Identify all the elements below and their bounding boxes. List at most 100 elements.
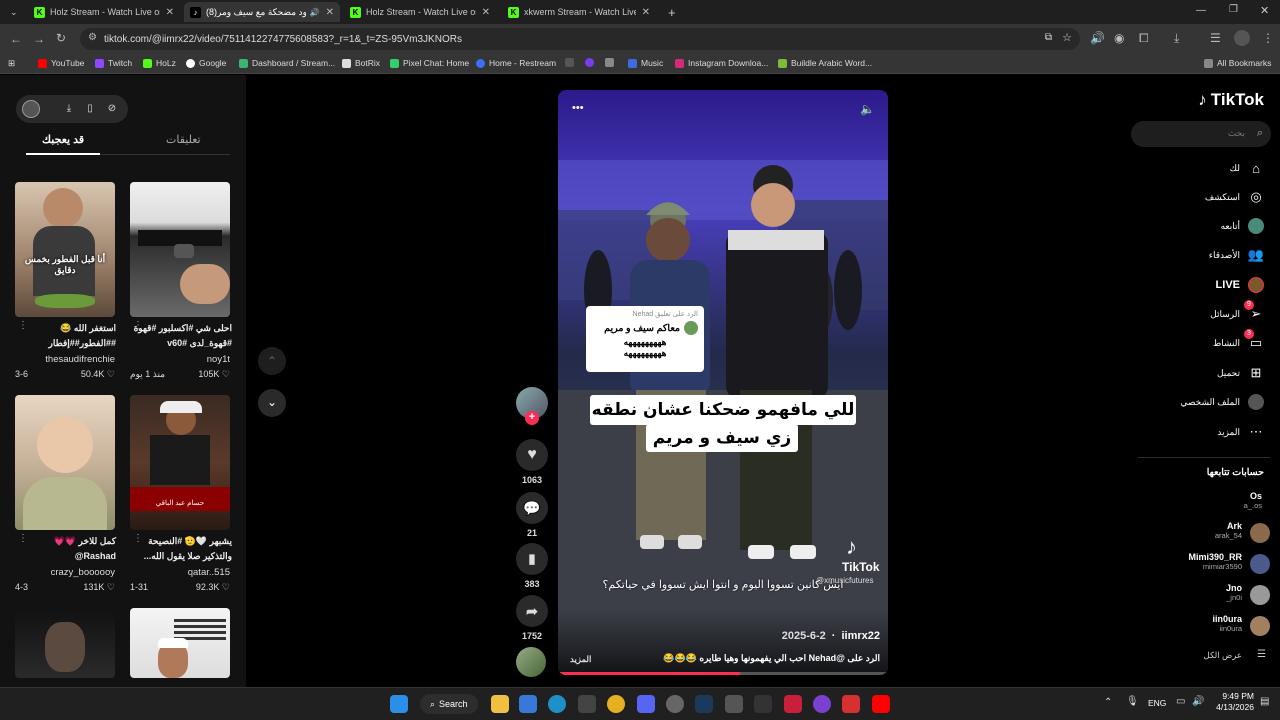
download-icon[interactable]: ⤓ — [61, 101, 77, 117]
reload-icon[interactable]: ↻ — [56, 31, 66, 45]
tab-you-may-like[interactable]: قد يعجبك — [42, 133, 84, 146]
volume-icon[interactable]: 🔊 — [1192, 696, 1204, 707]
microphone-icon[interactable]: 🎙 — [1126, 696, 1139, 707]
tab-holz-1[interactable]: K Holz Stream - Watch Live on Ki ✕ — [28, 2, 180, 22]
bookmark-google[interactable]: Google — [186, 58, 226, 68]
bookmark-misc-1[interactable] — [565, 58, 578, 67]
nav-activity[interactable]: ▭ 3 النشاط — [1213, 329, 1264, 351]
avatar[interactable] — [1250, 554, 1270, 574]
avatar[interactable] — [1250, 523, 1270, 543]
save-button[interactable]: ▮ 383 — [515, 543, 549, 589]
windows-start-icon[interactable] — [390, 695, 408, 713]
video-thumbnail[interactable] — [15, 608, 115, 678]
more-options-icon[interactable]: ⋮ — [18, 320, 28, 331]
search-input[interactable]: ⌕ بحث — [1131, 121, 1271, 147]
share-button[interactable]: ➦ 1752 — [515, 595, 549, 641]
nav-profile[interactable]: الملف الشخصي — [1180, 394, 1264, 410]
nav-following[interactable]: أتابعه — [1221, 218, 1264, 234]
site-info-icon[interactable]: ⚙ — [88, 32, 97, 43]
nav-messages[interactable]: ➢ 9 الرسائل — [1210, 300, 1264, 322]
video-thumbnail[interactable]: أنا قبل الفطور بخمس دقايق — [15, 182, 115, 317]
install-app-icon[interactable]: ⧉ — [1045, 32, 1052, 43]
avatar[interactable] — [1250, 616, 1270, 636]
bookmark-misc-2[interactable] — [585, 58, 598, 67]
app-icon[interactable] — [813, 695, 831, 713]
compass-icon[interactable]: ⊘ — [104, 101, 120, 117]
video-thumbnail[interactable] — [15, 395, 115, 530]
store-icon[interactable] — [519, 695, 537, 713]
tab-xkwerm[interactable]: K xkwerm Stream - Watch Live on ✕ — [502, 2, 656, 22]
bookmark-twitch[interactable]: Twitch — [95, 58, 132, 68]
edge-icon[interactable] — [548, 695, 566, 713]
more-options-icon[interactable]: ••• — [572, 102, 584, 114]
video-thumbnail[interactable] — [130, 182, 230, 317]
nav-friends[interactable]: 👥 الأصدقاء — [1209, 247, 1264, 263]
following-account[interactable]: Jno _jn0i — [1226, 583, 1242, 602]
nav-for-you[interactable]: ⌂ لك — [1230, 160, 1264, 176]
search-icon[interactable]: ⌕ — [1257, 127, 1263, 140]
clock[interactable]: 9:49 PM 4/13/2026 — [1212, 691, 1254, 713]
avatar[interactable] — [1250, 585, 1270, 605]
video-thumbnail[interactable] — [130, 608, 230, 678]
bookmark-buildle[interactable]: Buildle Arabic Word... — [778, 58, 872, 68]
steam-icon[interactable] — [695, 695, 713, 713]
music-disc[interactable] — [516, 647, 546, 677]
all-bookmarks[interactable]: All Bookmarks — [1204, 58, 1271, 68]
network-icon[interactable]: ▭ — [1176, 696, 1185, 707]
notifications-icon[interactable]: ▤ — [1260, 696, 1269, 707]
bookmark-holz[interactable]: HoLz — [143, 58, 176, 68]
tab-comments[interactable]: تعليقات — [166, 133, 201, 146]
following-account[interactable]: Ark arak_54 — [1215, 521, 1242, 540]
taskbar-search[interactable]: ⌕ Search — [420, 694, 478, 714]
apps-icon[interactable]: ⊞ — [8, 58, 15, 69]
back-icon[interactable]: ← — [10, 32, 22, 46]
follow-plus-icon[interactable]: + — [525, 411, 539, 425]
extensions-icon[interactable]: ⧠ — [1139, 31, 1149, 46]
video-description[interactable]: الرد على @Nehad احب الي يفهمونها وهيا طا… — [645, 653, 880, 664]
bookmark-youtube[interactable]: YouTube — [38, 58, 84, 68]
like-button[interactable]: ♥ 1063 — [515, 439, 549, 485]
nav-explore[interactable]: ◎ استكشف — [1205, 189, 1264, 205]
author-avatar-button[interactable]: + — [515, 387, 549, 425]
nav-more[interactable]: ⋯ المزيد — [1217, 424, 1264, 440]
bookmark-pixelchat[interactable]: Pixel Chat: Home — [390, 58, 469, 68]
discord-icon[interactable] — [637, 695, 655, 713]
chrome-icon[interactable] — [607, 695, 625, 713]
video-thumbnail[interactable]: حسام عبد الباقي — [130, 395, 230, 530]
profile-avatar[interactable] — [1234, 30, 1250, 46]
app-icon[interactable] — [754, 695, 772, 713]
menu-icon[interactable]: ⋮ — [1262, 31, 1274, 45]
more-options-icon[interactable]: ⋮ — [133, 533, 143, 544]
previous-video-button[interactable]: ⌃ — [258, 347, 286, 375]
reading-list-icon[interactable]: ☰ — [1210, 31, 1221, 45]
nav-live[interactable]: LIVE — [1216, 277, 1264, 293]
language-indicator[interactable]: ENG — [1148, 698, 1166, 708]
close-icon[interactable]: ✕ — [166, 7, 174, 18]
following-account[interactable]: Mimi390_RR mimiar3590 — [1188, 552, 1242, 571]
download-icon[interactable]: ⤓ — [1174, 31, 1179, 46]
close-icon[interactable]: ✕ — [482, 7, 490, 18]
more-link[interactable]: المزيد — [570, 654, 591, 665]
show-all-link[interactable]: عرض الكل — [1204, 650, 1242, 661]
app-icon[interactable] — [578, 695, 596, 713]
address-bar[interactable]: ⚙ tiktok.com/@iimrx22/video/751141227477… — [80, 28, 1080, 50]
video-player[interactable]: ••• 🔈 الرد على تعليق Nehad معاكم سيف و م… — [558, 90, 888, 675]
nav-upload[interactable]: ⊞ تحميل — [1217, 365, 1264, 381]
phone-icon[interactable]: ▯ — [82, 101, 98, 117]
bookmark-restream[interactable]: Home - Restream — [476, 58, 556, 68]
bookmark-botrix[interactable]: BotRix — [342, 58, 380, 68]
file-explorer-icon[interactable] — [491, 695, 509, 713]
app-icon[interactable] — [725, 695, 743, 713]
bookmark-instagram[interactable]: Instagram Downloa... — [675, 58, 768, 68]
youtube-icon[interactable] — [872, 695, 890, 713]
chevron-up-icon[interactable]: ⌃ — [1104, 697, 1112, 708]
bookmark-misc-3[interactable] — [605, 58, 618, 67]
bookmark-dashboard[interactable]: Dashboard / Stream... — [239, 58, 335, 68]
progress-track[interactable] — [558, 672, 888, 675]
forward-icon[interactable]: → — [33, 32, 45, 46]
extension-icon[interactable]: ◉ — [1114, 31, 1124, 45]
new-tab-button[interactable]: + — [662, 2, 680, 22]
following-account[interactable]: Os a_.os — [1244, 491, 1262, 510]
more-options-icon[interactable]: ⋮ — [133, 320, 143, 331]
tiktok-logo[interactable]: ♪ TikTok — [1198, 90, 1264, 110]
